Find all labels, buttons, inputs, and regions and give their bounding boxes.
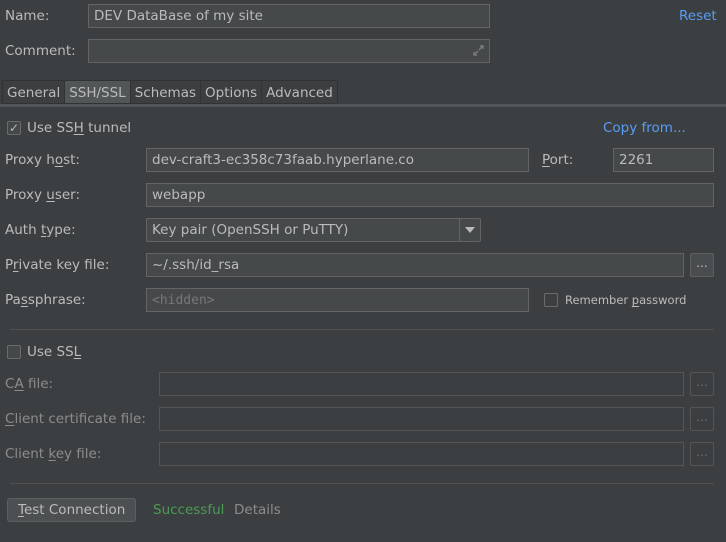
ca-file-input[interactable]: [159, 372, 684, 396]
separator: [10, 329, 714, 330]
connection-status: Successful: [153, 502, 225, 518]
port-label: Port:: [542, 152, 574, 168]
expand-icon[interactable]: [472, 44, 485, 57]
client-certificate-file-label: Client certificate file:: [5, 411, 146, 427]
private-key-browse-button[interactable]: ...: [690, 253, 714, 277]
proxy-user-label: Proxy user:: [5, 187, 81, 203]
ca-file-label: CA file:: [5, 376, 54, 392]
proxy-host-label: Proxy host:: [5, 152, 80, 168]
comment-label: Comment:: [5, 43, 76, 59]
client-key-file-label: Client key file:: [5, 446, 102, 462]
use-ssl-checkbox[interactable]: [7, 345, 21, 359]
client-key-file-input[interactable]: [159, 442, 684, 466]
dropdown-button[interactable]: [459, 219, 480, 241]
port-input[interactable]: 2261: [613, 148, 714, 172]
tab-general[interactable]: General: [2, 80, 65, 104]
copy-from-link[interactable]: Copy from...: [603, 120, 686, 136]
private-key-file-label: Private key file:: [5, 257, 110, 273]
use-ssh-tunnel-checkbox[interactable]: ✓: [7, 121, 21, 135]
tab-schemas[interactable]: Schemas: [129, 80, 201, 104]
tab-options[interactable]: Options: [200, 80, 262, 104]
reset-link[interactable]: Reset: [679, 8, 717, 24]
client-certificate-file-input[interactable]: [159, 407, 684, 431]
client-key-browse-button[interactable]: ...: [690, 442, 714, 466]
private-key-file-input[interactable]: ~/.ssh/id_rsa: [146, 253, 684, 277]
comment-input[interactable]: [88, 39, 490, 63]
proxy-user-input[interactable]: webapp: [146, 183, 714, 207]
use-ssl-label[interactable]: Use SSL: [27, 344, 81, 360]
use-ssh-tunnel-label[interactable]: Use SSH tunnel: [27, 120, 131, 136]
proxy-host-input[interactable]: dev-craft3-ec358c73faab.hyperlane.co: [146, 148, 529, 172]
remember-password-checkbox[interactable]: [544, 293, 558, 307]
separator: [10, 483, 714, 484]
ca-file-browse-button[interactable]: ...: [690, 372, 714, 396]
tab-ssh-ssl[interactable]: SSH/SSL: [64, 80, 130, 104]
checkmark-icon: ✓: [8, 121, 20, 135]
tab-bar: General SSH/SSL Schemas Options Advanced: [2, 80, 338, 104]
auth-type-label: Auth type:: [5, 222, 76, 238]
remember-password-label[interactable]: Remember password: [565, 292, 686, 308]
auth-type-value: Key pair (OpenSSH or PuTTY): [152, 222, 349, 238]
name-input[interactable]: DEV DataBase of my site: [88, 4, 490, 28]
details-link[interactable]: Details: [234, 502, 281, 518]
tab-advanced[interactable]: Advanced: [261, 80, 338, 104]
passphrase-label: Passphrase:: [5, 292, 86, 308]
chevron-down-icon: [465, 227, 475, 233]
tab-underline: [0, 104, 726, 107]
client-certificate-browse-button[interactable]: ...: [690, 407, 714, 431]
name-label: Name:: [5, 8, 50, 24]
auth-type-select[interactable]: Key pair (OpenSSH or PuTTY): [146, 218, 481, 242]
test-connection-button[interactable]: Test Connection: [7, 498, 137, 522]
passphrase-input[interactable]: <hidden>: [146, 288, 529, 312]
passphrase-placeholder: <hidden>: [152, 293, 215, 308]
